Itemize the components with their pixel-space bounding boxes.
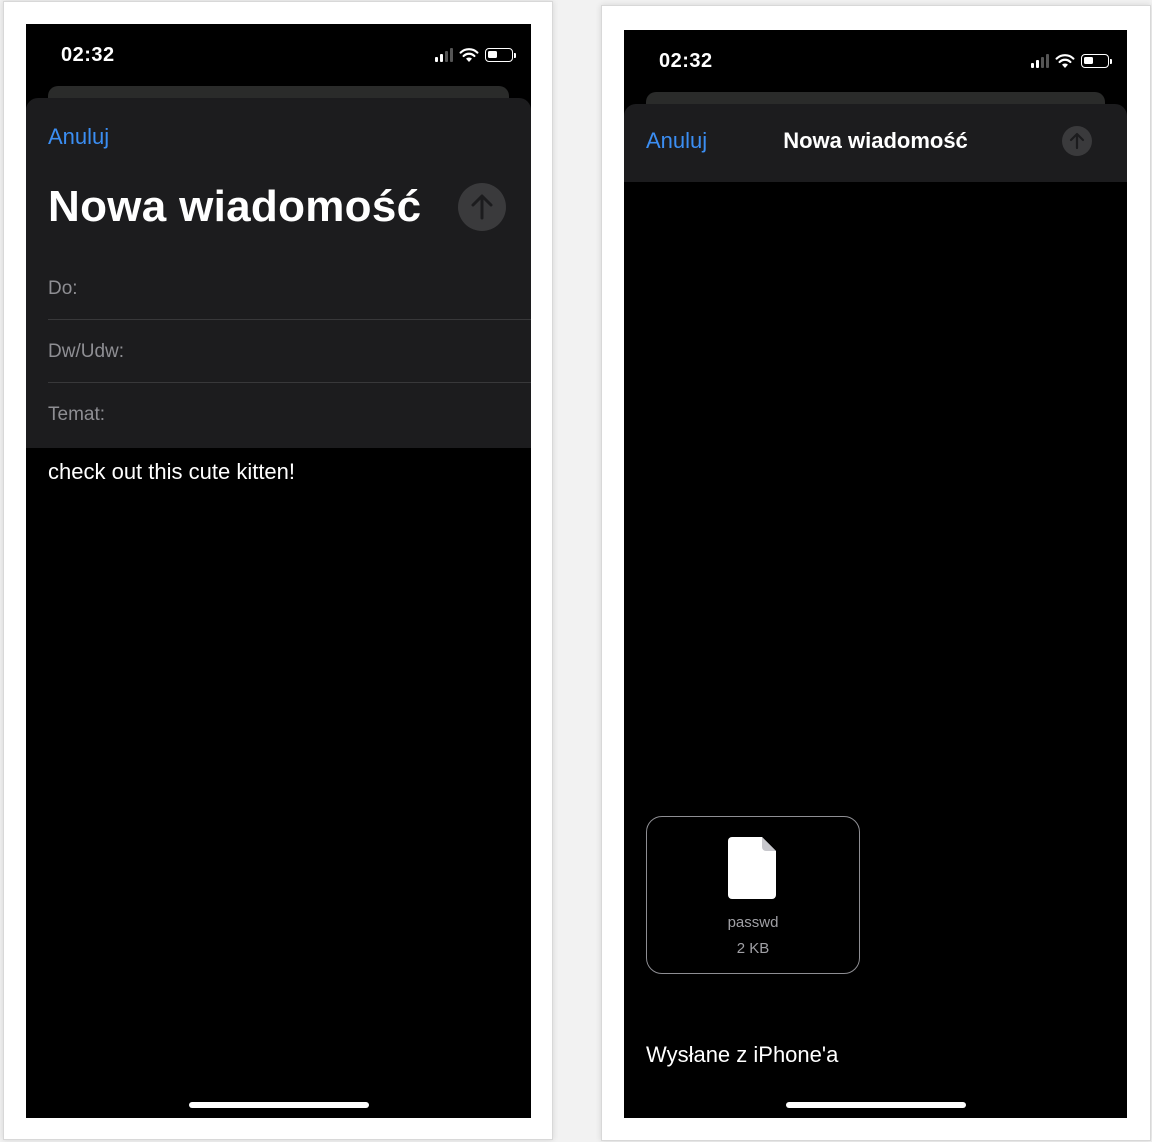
battery-icon bbox=[1081, 54, 1112, 68]
phone-screen-right: 02:32 Anuluj Nowa wiadomość passwd 2 KB … bbox=[624, 30, 1127, 1118]
attachment-name: passwd bbox=[727, 914, 779, 931]
to-field[interactable]: Do: bbox=[48, 258, 531, 320]
signal-icon bbox=[1031, 54, 1049, 68]
compose-title: Nowa wiadomość bbox=[48, 182, 422, 231]
subject-field[interactable]: Temat: bbox=[48, 384, 531, 446]
screenshot-frame-right: 02:32 Anuluj Nowa wiadomość passwd 2 KB … bbox=[601, 5, 1151, 1141]
cc-bcc-label: Dw/Udw: bbox=[48, 340, 125, 362]
compose-title: Nowa wiadomość bbox=[783, 128, 968, 153]
wifi-icon bbox=[459, 48, 479, 62]
document-icon bbox=[728, 837, 776, 899]
status-bar: 02:32 bbox=[26, 24, 531, 84]
status-time: 02:32 bbox=[659, 50, 713, 72]
screenshot-frame-left: 02:32 Anuluj Nowa wiadomość Do: Dw/Udw: … bbox=[3, 1, 553, 1140]
status-bar: 02:32 bbox=[624, 30, 1127, 90]
compose-sheet: Anuluj Nowa wiadomość Do: Dw/Udw: Temat: bbox=[26, 98, 531, 448]
send-button[interactable] bbox=[458, 183, 506, 231]
subject-label: Temat: bbox=[48, 404, 106, 425]
signal-icon bbox=[435, 48, 453, 62]
status-time: 02:32 bbox=[61, 44, 115, 66]
signature-text[interactable]: Wysłane z iPhone'a bbox=[646, 1042, 838, 1068]
home-indicator[interactable] bbox=[785, 1102, 966, 1108]
attachment-tile[interactable]: passwd 2 KB bbox=[646, 816, 860, 974]
phone-screen-left: 02:32 Anuluj Nowa wiadomość Do: Dw/Udw: … bbox=[26, 24, 531, 1118]
status-icons bbox=[435, 46, 516, 64]
cancel-button[interactable]: Anuluj bbox=[48, 124, 109, 150]
attachment-size: 2 KB bbox=[736, 940, 770, 957]
wifi-icon bbox=[1055, 54, 1075, 68]
send-arrow-icon bbox=[471, 194, 493, 220]
cc-bcc-field[interactable]: Dw/Udw: bbox=[48, 321, 531, 383]
status-icons bbox=[1031, 52, 1112, 70]
to-label: Do: bbox=[48, 277, 78, 299]
battery-icon bbox=[485, 48, 516, 62]
home-indicator[interactable] bbox=[188, 1102, 369, 1108]
message-body[interactable]: check out this cute kitten! bbox=[48, 459, 295, 485]
